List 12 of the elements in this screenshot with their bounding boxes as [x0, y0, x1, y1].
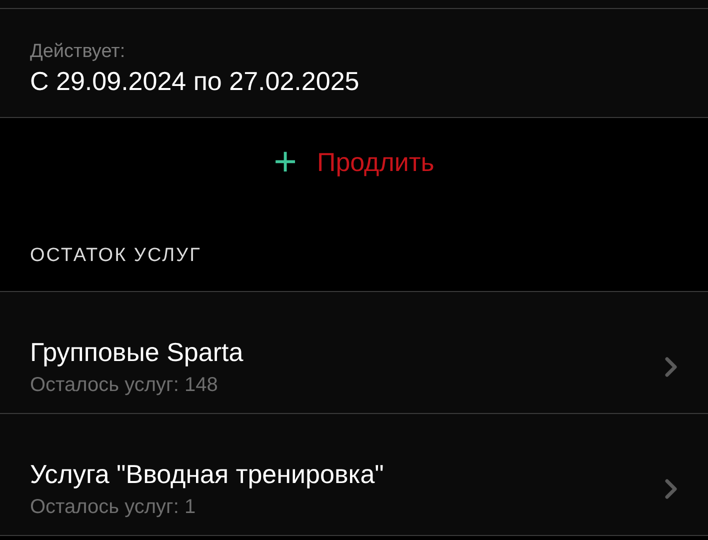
service-remaining: Осталось услуг: 148 [30, 372, 219, 398]
service-title: Услуга "Вводная тренировка" [30, 458, 384, 490]
chevron-right-icon [664, 356, 678, 378]
section-header: ОСТАТОК УСЛУГ [30, 245, 202, 266]
validity-dates: С 29.09.2024 по 27.02.2025 [30, 65, 360, 97]
chevron-right-icon [664, 478, 678, 500]
service-row[interactable]: Услуга "Вводная тренировка" Осталось услуг: 1 [0, 414, 708, 536]
validity-label: Действует: [30, 41, 126, 63]
service-title: Групповые Sparta [30, 336, 244, 368]
service-remaining: Осталось услуг: 1 [30, 494, 197, 520]
extend-button[interactable]: + Продлить [274, 142, 434, 182]
service-row[interactable]: Групповые Sparta Осталось услуг: 148 [0, 292, 708, 414]
